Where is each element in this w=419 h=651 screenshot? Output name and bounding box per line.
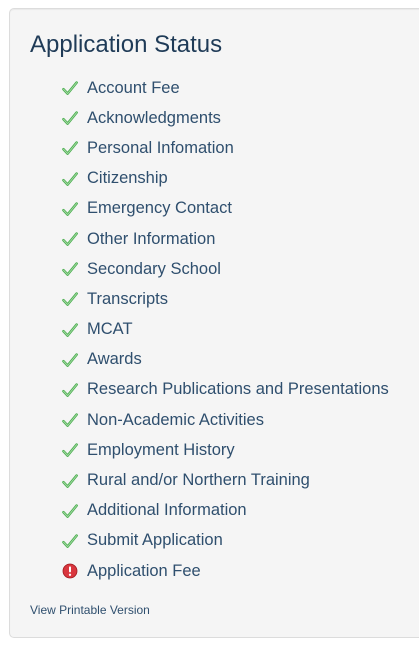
status-item-label: Rural and/or Northern Training <box>87 471 310 490</box>
status-list-item[interactable]: Research Publications and Presentations <box>62 375 389 405</box>
status-item-label: Non-Academic Activities <box>87 410 264 429</box>
status-item-label: Personal Infomation <box>87 138 234 157</box>
error-icon <box>62 563 78 579</box>
status-item-label: Additional Information <box>87 501 247 520</box>
status-list-item[interactable]: Employment History <box>62 435 389 465</box>
check-icon <box>62 382 78 398</box>
status-item-label: Submit Application <box>87 531 223 550</box>
status-list-item[interactable]: Awards <box>62 345 389 375</box>
status-item-label: Account Fee <box>87 78 180 97</box>
status-item-label: Employment History <box>87 440 235 459</box>
status-item-label: Secondary School <box>87 259 221 278</box>
status-list-item[interactable]: Submit Application <box>62 526 389 556</box>
status-item-label: Awards <box>87 350 142 369</box>
check-icon <box>62 231 78 247</box>
status-list: Account Fee Acknowledgments Personal Inf… <box>62 73 389 586</box>
status-list-item[interactable]: Transcripts <box>62 284 389 314</box>
check-icon <box>62 171 78 187</box>
status-list-item[interactable]: Additional Information <box>62 496 389 526</box>
check-icon <box>62 80 78 96</box>
check-icon <box>62 110 78 126</box>
status-list-item[interactable]: Other Information <box>62 224 389 254</box>
status-item-label: Application Fee <box>87 561 201 580</box>
status-list-item[interactable]: Rural and/or Northern Training <box>62 465 389 495</box>
status-item-label: Research Publications and Presentations <box>87 380 389 399</box>
status-item-label: Other Information <box>87 229 216 248</box>
check-icon <box>62 261 78 277</box>
status-list-item[interactable]: Non-Academic Activities <box>62 405 389 435</box>
check-icon <box>62 291 78 307</box>
check-icon <box>62 201 78 217</box>
status-list-item[interactable]: Citizenship <box>62 164 389 194</box>
status-list-item[interactable]: Acknowledgments <box>62 103 389 133</box>
check-icon <box>62 473 78 489</box>
status-list-item[interactable]: Account Fee <box>62 73 389 103</box>
status-list-item[interactable]: Secondary School <box>62 254 389 284</box>
check-icon <box>62 322 78 338</box>
check-icon <box>62 442 78 458</box>
status-item-label: Acknowledgments <box>87 108 221 127</box>
status-list-item[interactable]: Personal Infomation <box>62 133 389 163</box>
check-icon <box>62 412 78 428</box>
application-status-panel: Application Status Account Fee Acknowled… <box>9 8 419 638</box>
panel-title: Application Status <box>30 31 223 58</box>
status-item-label: Citizenship <box>87 169 168 188</box>
status-item-label: Transcripts <box>87 289 168 308</box>
status-list-item[interactable]: MCAT <box>62 315 389 345</box>
check-icon <box>62 140 78 156</box>
status-list-item[interactable]: Emergency Contact <box>62 194 389 224</box>
view-printable-version-link[interactable]: View Printable Version <box>30 603 150 617</box>
status-item-label: Emergency Contact <box>87 199 232 218</box>
check-icon <box>62 352 78 368</box>
status-list-item[interactable]: Application Fee <box>62 556 389 586</box>
check-icon <box>62 533 78 549</box>
check-icon <box>62 503 78 519</box>
status-item-label: MCAT <box>87 320 133 339</box>
